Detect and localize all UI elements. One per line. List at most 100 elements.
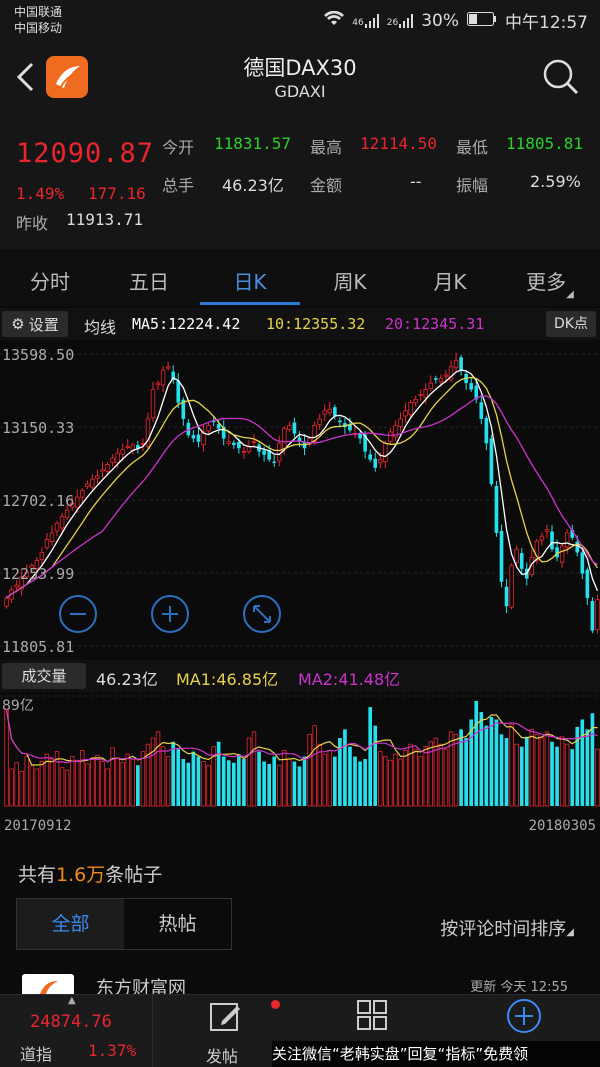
posts-count: 共有1.6万条帖子 <box>18 860 162 887</box>
sort-label: 按评论时间排序 <box>440 919 567 940</box>
volume-bar <box>257 751 261 806</box>
volume-bar <box>524 736 529 806</box>
divider <box>152 995 153 1067</box>
volume-bar <box>95 754 100 807</box>
last-price: 12090.87 <box>16 138 155 169</box>
volume-bar <box>19 770 24 807</box>
volume-bar <box>539 737 545 807</box>
sort-dropdown[interactable]: 按评论时间排序◢ <box>440 915 574 941</box>
candle-body <box>85 483 90 488</box>
candle-body <box>292 422 297 434</box>
candle-body <box>4 597 9 607</box>
quote-panel: 12090.87 1.49% 177.16 昨收 11913.71 今开 118… <box>0 120 600 250</box>
add-watchlist-button[interactable] <box>505 997 545 1037</box>
posts-prefix: 共有 <box>18 864 57 886</box>
bottom-bar: ▲ 24874.76 道指 1.37% 发帖 关注微信“老韩实盘”回复“指标”免… <box>0 994 600 1067</box>
index-value: 24874.76 <box>30 1012 112 1032</box>
volume-bar <box>403 749 408 807</box>
volume-bar <box>34 768 40 807</box>
volume-bar <box>550 741 554 806</box>
tab-more-label: 更多 <box>526 270 567 294</box>
volume-indicator-button[interactable]: 成交量 <box>2 663 86 689</box>
filter-hot-button[interactable]: 热帖 <box>124 899 231 949</box>
volume-bar <box>474 700 479 806</box>
volume-bar <box>206 764 211 807</box>
edit-icon <box>210 1003 240 1031</box>
candle-body <box>358 433 362 439</box>
tab-weekly-k[interactable]: 周K <box>305 266 395 295</box>
candle-body <box>453 359 459 369</box>
volume-bar <box>80 749 85 807</box>
candle-body <box>105 464 110 472</box>
volume-bar <box>115 757 120 807</box>
volume-bar <box>125 753 130 807</box>
volume-bar <box>514 743 519 807</box>
candle-body <box>272 461 277 463</box>
y-tick-label: 11805.81 <box>2 638 74 656</box>
volume-chart[interactable]: 89亿 <box>0 692 600 810</box>
candle-body <box>388 431 393 442</box>
tab-monthly-k[interactable]: 月K <box>405 266 495 295</box>
volume-bar <box>393 753 398 807</box>
candle-body <box>44 539 50 548</box>
volume-bar <box>544 731 550 807</box>
volume-bar <box>24 756 29 807</box>
news-updated: 更新 今天 12:55 <box>470 980 568 995</box>
volume-bar <box>59 767 65 807</box>
volume-bar <box>368 707 373 806</box>
fullscreen-button[interactable] <box>243 595 281 633</box>
candle-body <box>327 408 332 414</box>
candle-body <box>585 569 590 599</box>
post-filter: 全部 热帖 <box>16 898 232 950</box>
index-ticker[interactable]: ▲ 24874.76 道指 1.37% <box>0 995 152 1067</box>
candle-body <box>398 418 403 427</box>
candle-body <box>338 420 342 423</box>
ma-label: 均线 <box>84 318 117 337</box>
post-button[interactable]: 发帖 <box>190 995 260 1067</box>
candle-body <box>428 382 434 390</box>
amplitude-label: 振幅 <box>456 176 489 195</box>
zoom-in-button[interactable] <box>151 595 189 633</box>
candle-body <box>155 382 161 386</box>
candle-body <box>479 402 484 419</box>
volume-bar <box>90 758 95 807</box>
date-start: 20170912 <box>4 818 72 834</box>
kline-chart[interactable]: 13598.50 13150.33 12702.16 12253.99 11805.81 <box>0 340 600 660</box>
dk-point-button[interactable]: DK点 <box>546 311 596 337</box>
candle-body <box>564 532 570 548</box>
prev-close-label: 昨收 <box>16 214 49 233</box>
tab-more[interactable]: 更多◢ <box>505 266 595 300</box>
volume-bar <box>358 761 362 806</box>
tab-intraday[interactable]: 分时 <box>5 266 95 295</box>
volume-bar-header: 成交量 46.23亿 MA1:46.85亿 MA2:41.48亿 <box>0 660 600 692</box>
volume-svg[interactable]: 89亿 <box>0 692 600 810</box>
amount-value: -- <box>410 172 422 191</box>
grid-button[interactable] <box>356 999 392 1035</box>
candle-body <box>64 509 70 519</box>
ma20-value: 20:12345.31 <box>385 315 485 333</box>
tab-daily-k[interactable]: 日K <box>205 266 295 295</box>
page-title: 德国DAX30 <box>243 56 357 80</box>
volume-bar <box>307 733 312 807</box>
zoom-out-button[interactable] <box>59 595 97 633</box>
volume-bar <box>49 758 55 807</box>
volume-ma1: MA1:46.85亿 <box>176 670 279 689</box>
candle-body <box>120 449 125 455</box>
candle-body <box>519 553 524 569</box>
tab-five-day[interactable]: 五日 <box>104 266 194 295</box>
settings-button[interactable]: ⚙ 设置 <box>2 311 68 337</box>
filter-all-button[interactable]: 全部 <box>17 899 124 949</box>
network-type-1: 46 <box>352 17 364 28</box>
kline-svg[interactable]: 13598.50 13150.33 12702.16 12253.99 11805.81 <box>0 340 600 660</box>
volume-bar <box>348 746 352 806</box>
volume-bar <box>317 743 322 807</box>
volume-bar <box>251 731 257 807</box>
volume-bar <box>186 762 191 806</box>
search-button[interactable] <box>542 58 580 96</box>
volume-bar <box>504 738 509 806</box>
news-item[interactable]: 东方财富网 更新 今天 12:55 <box>0 968 600 999</box>
volume-bar <box>302 756 307 806</box>
volume-bar <box>388 759 393 807</box>
volume-bar <box>343 729 347 806</box>
volume-bar <box>363 759 367 806</box>
